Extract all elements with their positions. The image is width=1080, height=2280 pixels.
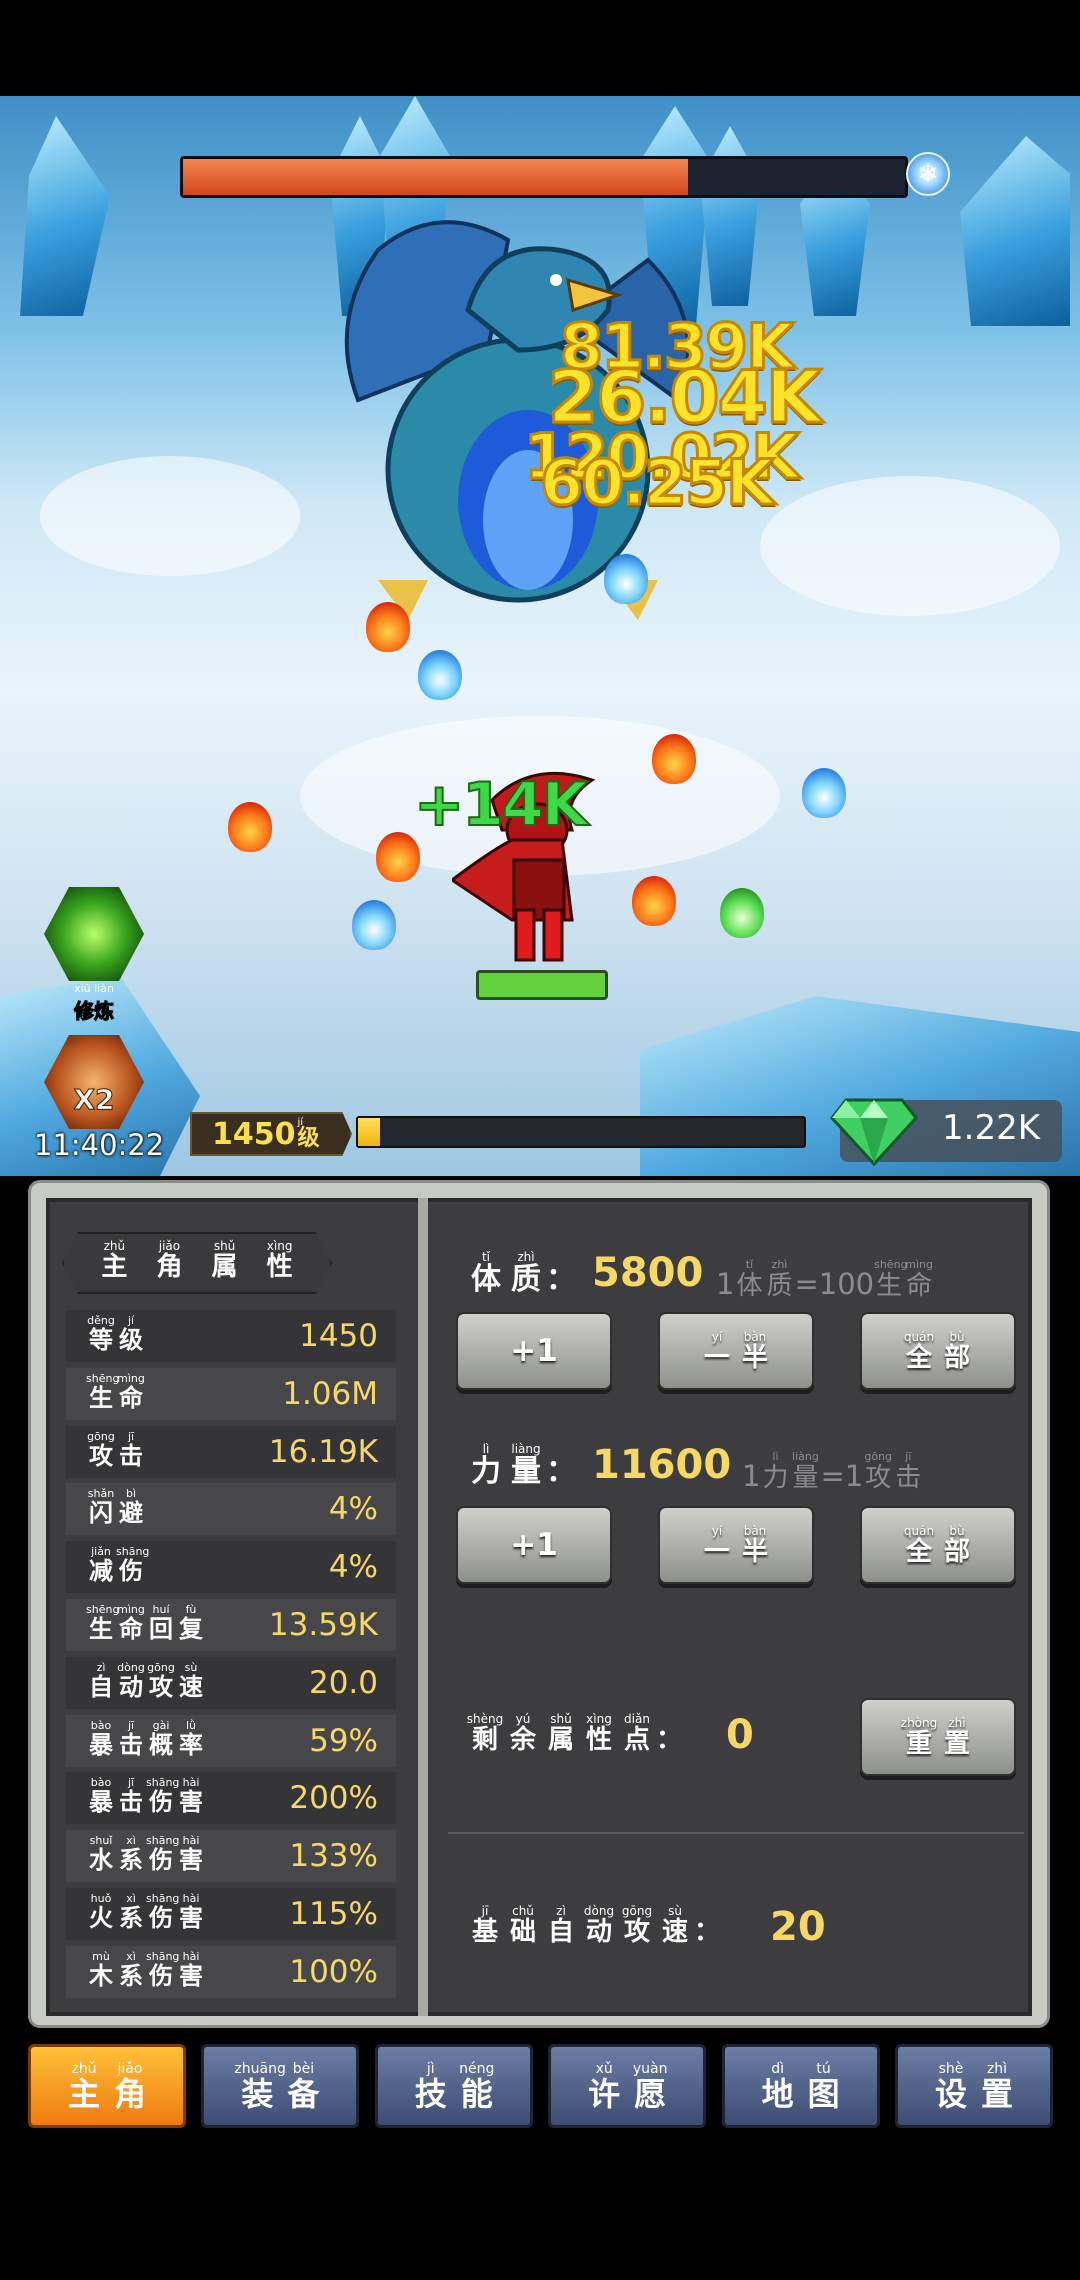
stat-value: 1.06M — [282, 1375, 378, 1412]
nav-tab-map[interactable]: dì 地 tú 图 — [721, 2044, 880, 2128]
stat-label: jiǎn 减 shāng 伤 — [89, 1545, 150, 1586]
constitution-all-button[interactable]: quán 全 bù 部 — [860, 1312, 1016, 1390]
stat-value: 13.59K — [268, 1607, 378, 1643]
stat-value: 4% — [328, 1549, 378, 1586]
base-attack-speed-value: 20 — [770, 1904, 826, 1950]
double-speed-button[interactable]: X2 — [44, 1032, 144, 1132]
remaining-points-value: 0 — [726, 1712, 754, 1758]
stat-value: 59% — [309, 1722, 378, 1759]
constitution-value: 5800 — [592, 1250, 704, 1296]
train-label: xiū liàn 修炼 — [74, 982, 115, 1024]
damage-number: 60.25K — [538, 445, 775, 521]
stat-row: shuǐ 水 xì 系 shāng 伤 hài 害 133% — [66, 1830, 396, 1883]
stat-label: děng 等 jí 级 — [87, 1314, 143, 1354]
heal-number: +14K — [413, 769, 589, 841]
nature-orb — [720, 888, 764, 938]
fire-orb — [228, 802, 272, 852]
stat-value: 20.0 — [308, 1664, 378, 1701]
ice-orb — [802, 768, 846, 818]
stat-value: 1450 — [299, 1318, 378, 1354]
strength-plus-one-button[interactable]: +1 — [456, 1506, 612, 1584]
stat-label: mù 木 xì 系 shāng 伤 hài 害 — [89, 1949, 203, 1990]
stat-row: shǎn 闪 bì 避 4% — [66, 1483, 396, 1536]
xp-fill — [358, 1118, 381, 1146]
constitution-hint: 1 tǐ 体 zhì 质 =100 shēng 生 mìng 命 — [716, 1258, 933, 1301]
strength-all-button[interactable]: quán 全 bù 部 — [860, 1506, 1016, 1584]
double-badge-icon: X2 — [44, 1035, 144, 1129]
strength-hint: 1 lì 力 liàng 量 =1 gōng 攻 jī 击 — [742, 1450, 922, 1493]
stat-row: huǒ 火 xì 系 shāng 伤 hài 害 115% — [66, 1888, 396, 1940]
nav-tab-equipment[interactable]: zhuāng 装 bèi 备 — [201, 2044, 360, 2128]
snow-drift — [760, 476, 1060, 616]
stat-row: děng 等 jí 级 1450 — [66, 1310, 396, 1362]
stat-label: zì 自 dòng 动 gōng 攻 sù 速 — [89, 1660, 203, 1701]
base-attack-speed-label: jī 基 chǔ 础 zì 自 dòng 动 gōng 攻 sù 速： — [471, 1904, 721, 1947]
nav-tab-skills[interactable]: jì 技 néng 能 — [374, 2044, 533, 2128]
snow-drift — [40, 456, 300, 576]
fire-orb — [632, 876, 676, 926]
vortex-icon — [44, 887, 144, 981]
gem-icon — [830, 1098, 918, 1166]
panel-title: zhǔ 主 jiǎo 角 shǔ 属 xìng 性 — [62, 1232, 332, 1294]
level-unit: jí 级 — [297, 1117, 320, 1151]
reset-button[interactable]: zhòng 重 zhì 置 — [860, 1698, 1016, 1776]
stat-label: shǎn 闪 bì 避 — [87, 1487, 143, 1528]
fire-orb — [652, 734, 696, 784]
stat-value: 133% — [289, 1838, 378, 1875]
stat-label: shēng 生 mìng 命 huí 回 fù 复 — [86, 1603, 203, 1643]
hero-health-bar — [476, 970, 608, 1000]
stat-label: huǒ 火 xì 系 shāng 伤 hài 害 — [89, 1892, 203, 1932]
strength-value: 11600 — [592, 1442, 732, 1488]
strength-label: lì 力 liàng 量： — [471, 1442, 576, 1489]
level-value: 1450 — [212, 1116, 296, 1152]
stat-label: gōng 攻 jī 击 — [87, 1429, 143, 1470]
nav-tab-hero[interactable]: zhǔ 主 jiǎo 角 — [28, 2044, 186, 2128]
stat-value: 200% — [289, 1780, 378, 1817]
constitution-half-button[interactable]: yí 一 bàn 半 — [658, 1312, 814, 1390]
panel-title-text: zhǔ 主 jiǎo 角 shǔ 属 xìng 性 — [101, 1239, 293, 1282]
stat-label: bào 暴 jī 击 gài 概 lǜ 率 — [89, 1718, 203, 1759]
ice-crystal — [20, 116, 110, 316]
ice-orb — [418, 650, 462, 700]
xp-bar — [356, 1116, 806, 1148]
boss-health-fill — [183, 159, 689, 195]
panel-divider — [418, 1198, 428, 2016]
train-button[interactable] — [44, 884, 144, 984]
stat-value: 16.19K — [268, 1433, 378, 1470]
stat-row: shēng 生 mìng 命 1.06M — [66, 1367, 396, 1420]
constitution-label: tǐ 体 zhì 质： — [471, 1250, 576, 1297]
stat-row: bào 暴 jī 击 gài 概 lǜ 率 59% — [66, 1714, 396, 1767]
stat-label: bào 暴 jī 击 shāng 伤 hài 害 — [89, 1776, 203, 1817]
ice-crystal — [960, 136, 1070, 326]
stat-row: mù 木 xì 系 shāng 伤 hài 害 100% — [66, 1945, 396, 1998]
stat-row: shēng 生 mìng 命 huí 回 fù 复 13.59K — [66, 1599, 396, 1651]
section-divider — [448, 1832, 1024, 1834]
stat-value: 100% — [289, 1953, 378, 1990]
ice-element-icon: ❄ — [906, 152, 950, 196]
nav-tab-settings[interactable]: shè 设 zhì 置 — [895, 2044, 1053, 2128]
double-badge-text: X2 — [73, 1082, 115, 1116]
stat-value: 115% — [289, 1896, 378, 1932]
boost-timer: 11:40:22 — [34, 1128, 165, 1162]
stat-row: gōng 攻 jī 击 16.19K — [66, 1425, 396, 1478]
stat-row: jiǎn 减 shāng 伤 4% — [66, 1541, 396, 1594]
ice-orb — [352, 900, 396, 950]
boss-health-bar — [180, 156, 908, 198]
player-level: 1450 jí 级 — [190, 1112, 352, 1156]
strength-half-button[interactable]: yí 一 bàn 半 — [658, 1506, 814, 1584]
constitution-plus-one-button[interactable]: +1 — [456, 1312, 612, 1390]
stat-value: 4% — [328, 1491, 378, 1528]
stat-label: shuǐ 水 xì 系 shāng 伤 hài 害 — [89, 1834, 203, 1875]
stat-row: bào 暴 jī 击 shāng 伤 hài 害 200% — [66, 1772, 396, 1825]
stat-label: shēng 生 mìng 命 — [86, 1371, 145, 1412]
stat-row: zì 自 dòng 动 gōng 攻 sù 速 20.0 — [66, 1656, 396, 1709]
fire-orb — [366, 602, 410, 652]
nav-tab-wish[interactable]: xǔ 许 yuàn 愿 — [548, 2044, 707, 2128]
remaining-points-label: shèng 剩 yú 余 shǔ 属 xìng 性 diǎn 点： — [466, 1712, 683, 1755]
ice-orb — [604, 554, 648, 604]
gem-value: 1.22K — [942, 1108, 1040, 1148]
